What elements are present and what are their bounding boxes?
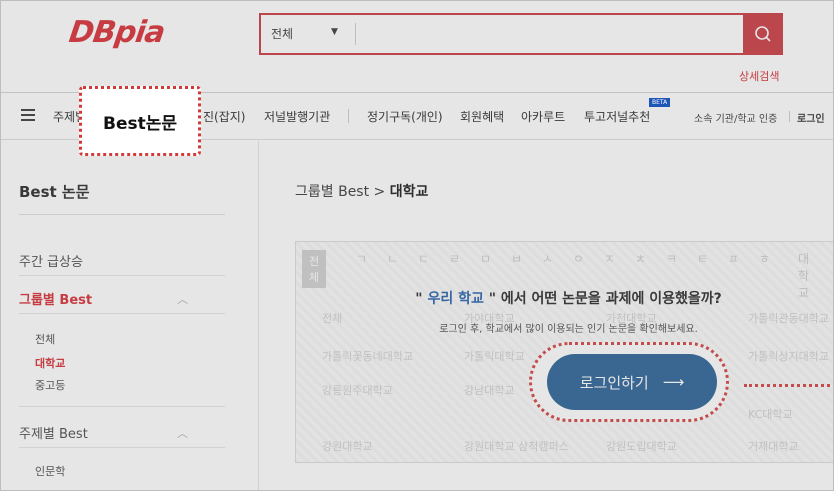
consonant-tab[interactable]: ㄱ [356, 250, 367, 267]
dbpia-logo[interactable]: DBpia [66, 15, 222, 55]
breadcrumb: 그룹별 Best > 대학교 [295, 181, 428, 201]
chevron-up-icon[interactable]: ︿ [177, 425, 188, 441]
nav-item-benefits[interactable]: 회원혜택 [460, 108, 504, 125]
chevron-down-icon: ▼ [331, 27, 338, 37]
consonant-tab[interactable]: ㅈ [604, 250, 615, 267]
page-frame: DBpia 전체 ▼ 상세검색 주제별 진(잡지) 저널발행기관 정기구독(개인… [0, 0, 834, 491]
divider [19, 406, 225, 407]
sidebar-subitem-humanities[interactable]: 인문학 [35, 463, 65, 479]
prompt-school: 우리 학교 [427, 291, 484, 307]
highlight-pointer-dots [744, 384, 833, 387]
sidebar-item-group-best[interactable]: 그룹별 Best [19, 289, 92, 308]
login-button[interactable]: 로그인하기 ⟶ [547, 354, 717, 410]
consonant-tab[interactable]: ㅁ [480, 250, 491, 267]
sidebar-title: Best 논문 [19, 183, 90, 201]
arrow-right-icon: ⟶ [662, 373, 685, 391]
nav-divider [789, 111, 790, 122]
consonant-tab[interactable]: ㅌ [697, 250, 708, 267]
consonant-tab[interactable]: ㄴ [387, 250, 398, 267]
divider [19, 214, 225, 215]
institution-auth-link[interactable]: 소속 기관/학교 인증 [694, 110, 777, 125]
nav-item-journal-recommend[interactable]: 투고저널추천 [584, 108, 650, 125]
nav-item-publishers[interactable]: 저널발행기관 [264, 108, 330, 125]
breadcrumb-prefix: 그룹별 Best > [295, 184, 386, 200]
university-item[interactable]: 가톨릭상지대학교 [748, 348, 829, 364]
consonant-tab[interactable]: ㄹ [449, 250, 460, 267]
divider [19, 275, 225, 276]
beta-badge: BETA [649, 98, 671, 107]
university-item[interactable]: 강원도립대학교 [606, 438, 677, 454]
prompt-quote: " [415, 291, 423, 307]
university-item[interactable]: 가톨릭꽃동네대학교 [322, 348, 413, 364]
consonant-tab[interactable]: ㅍ [728, 250, 739, 267]
prompt-rest: " 에서 어떤 논문을 과제에 이용했을까? [488, 291, 722, 307]
advanced-search-link[interactable]: 상세검색 [739, 68, 779, 84]
consonant-tab[interactable]: 전체 [302, 250, 327, 288]
search-button[interactable] [743, 13, 783, 55]
consonant-tab[interactable]: ㅎ [759, 250, 770, 267]
university-item[interactable]: 거제대학교 [748, 438, 799, 454]
university-item[interactable]: 강원대학교 [322, 438, 373, 454]
consonant-tab[interactable]: ㄷ [418, 250, 429, 267]
nav-item-acaroute[interactable]: 아카루트 [521, 108, 565, 125]
login-link[interactable]: 로그인 [797, 110, 825, 125]
sidebar-item-topic-best[interactable]: 주제별 Best [19, 423, 88, 442]
nav-item-subscription[interactable]: 정기구독(개인) [367, 108, 443, 125]
university-item[interactable]: 강원대학교 삼척캠퍼스 [464, 438, 569, 454]
search-input[interactable] [361, 19, 731, 49]
sidebar: Best 논문 주간 급상승 그룹별 Best ︿ 전체 대학교 중고등 주제별… [1, 141, 259, 490]
university-item[interactable]: KC대학교 [748, 406, 793, 422]
divider [19, 447, 225, 448]
best-papers-callout[interactable]: Best논문 [79, 86, 201, 156]
main-content: 그룹별 Best > 대학교 전체 ㄱ ㄴ ㄷ ㄹ ㅁ ㅂ ㅅ ㅇ ㅈ ㅊ ㅋ … [260, 141, 833, 490]
breadcrumb-current: 대학교 [389, 184, 429, 200]
menu-icon[interactable] [21, 109, 35, 121]
search-icon [755, 26, 771, 42]
consonant-tab[interactable]: ㅇ [573, 250, 584, 267]
divider [19, 313, 225, 314]
university-item[interactable]: 가톨릭대학교 [464, 348, 525, 364]
nav-item-magazine[interactable]: 진(잡지) [203, 108, 245, 125]
nav-divider [348, 109, 349, 123]
sidebar-subitem-highschool[interactable]: 중고등 [35, 377, 65, 393]
university-list-panel: 전체 ㄱ ㄴ ㄷ ㄹ ㅁ ㅂ ㅅ ㅇ ㅈ ㅊ ㅋ ㅌ ㅍ ㅎ 대학교 전체 가야… [295, 241, 833, 463]
sidebar-subitem-all[interactable]: 전체 [35, 331, 55, 347]
login-prompt-title: " 우리 학교 " 에서 어떤 논문을 과제에 이용했을까? [296, 288, 833, 308]
chevron-up-icon[interactable]: ︿ [177, 291, 188, 307]
search-scope-label: 전체 [271, 27, 294, 41]
consonant-tab[interactable]: ㅋ [666, 250, 677, 267]
university-item[interactable]: 강남대학교 [464, 382, 515, 398]
sidebar-subitem-university[interactable]: 대학교 [35, 355, 65, 371]
consonant-tab[interactable]: ㅂ [511, 250, 522, 267]
sidebar-item-weekly[interactable]: 주간 급상승 [19, 251, 83, 270]
login-prompt-subtitle: 로그인 후, 학교에서 많이 이용되는 인기 논문을 확인해보세요. [439, 324, 698, 335]
header: DBpia 전체 ▼ 상세검색 [1, 1, 833, 93]
university-item[interactable]: 강릉원주대학교 [322, 382, 393, 398]
consonant-tab[interactable]: ㅅ [542, 250, 553, 267]
search-bar: 전체 ▼ [259, 13, 783, 55]
login-button-label: 로그인하기 [579, 373, 649, 392]
search-divider [355, 23, 356, 45]
search-scope-select[interactable]: 전체 ▼ [271, 25, 361, 43]
consonant-tab[interactable]: ㅊ [635, 250, 646, 267]
